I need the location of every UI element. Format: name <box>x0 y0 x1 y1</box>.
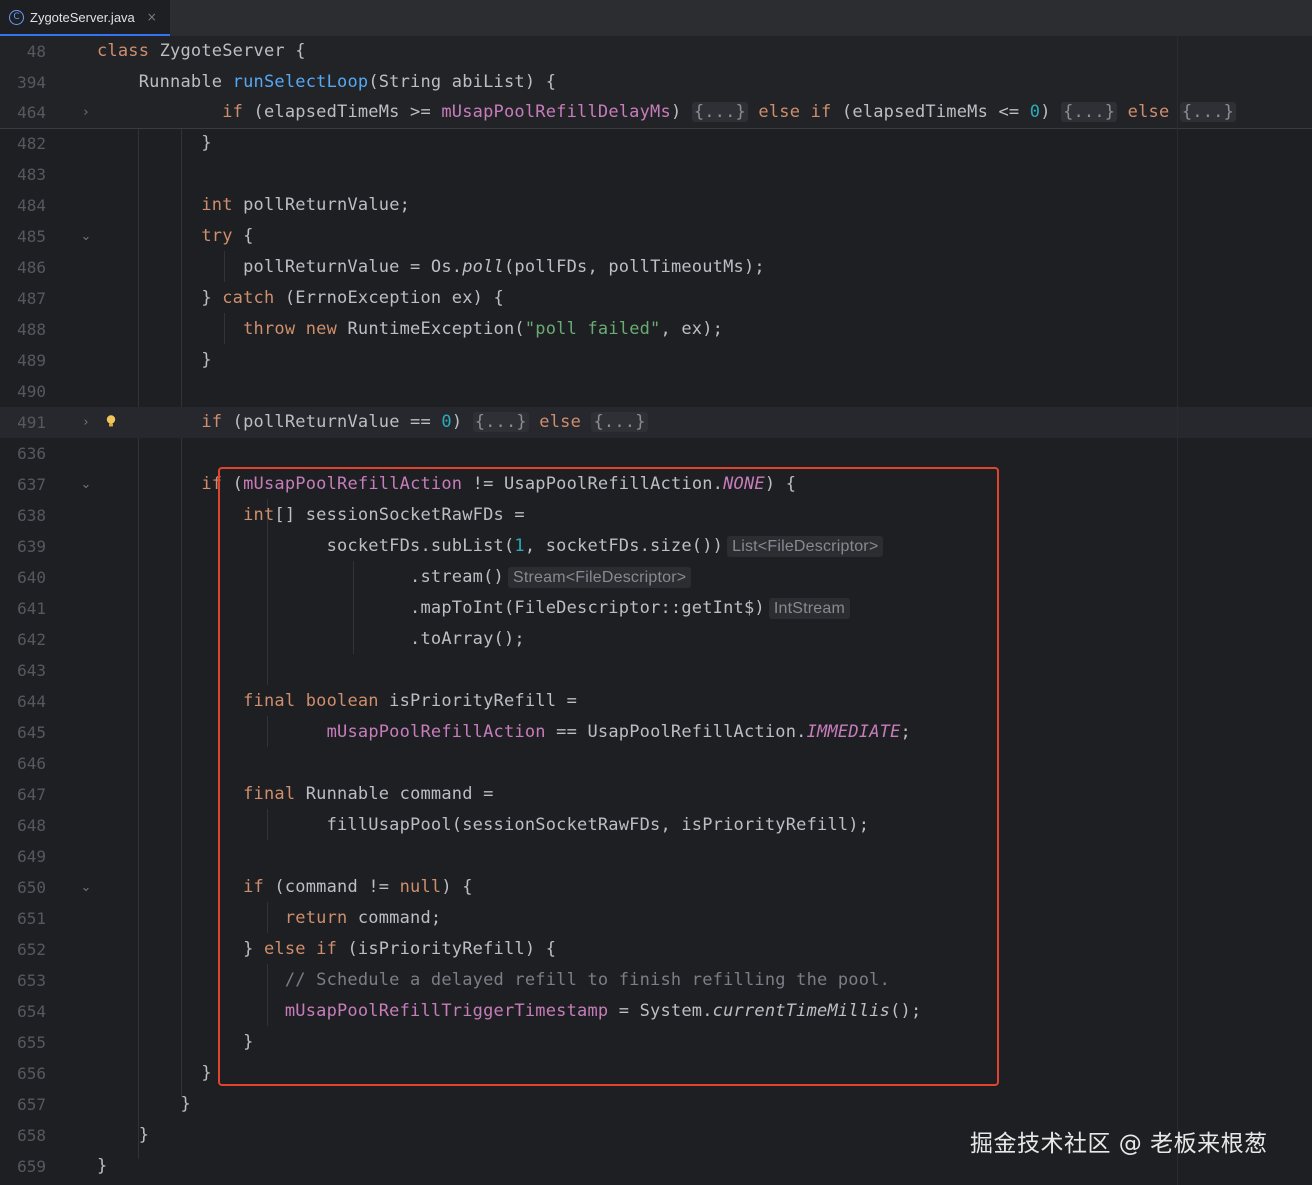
line-number: 658 <box>17 1126 46 1145</box>
line-number: 644 <box>17 692 46 711</box>
line-number: 653 <box>17 971 46 990</box>
code-line-486[interactable]: 486 pollReturnValue = Os.poll(pollFDs, p… <box>0 252 1312 283</box>
code-line-464[interactable]: 464 › if (elapsedTimeMs >= mUsapPoolRefi… <box>0 97 1312 129</box>
code-text: } catch (ErrnoException ex) { <box>97 288 504 308</box>
line-number: 48 <box>26 42 46 61</box>
code-line-485[interactable]: 485 ⌄ try { <box>0 221 1312 252</box>
line-number: 641 <box>17 599 46 618</box>
code-line-489[interactable]: 489 } <box>0 345 1312 376</box>
line-number: 394 <box>17 73 46 92</box>
highlight-box <box>218 467 999 1086</box>
line-number: 657 <box>17 1095 46 1114</box>
code-line-482[interactable]: 482 } <box>0 128 1312 159</box>
line-number: 637 <box>17 475 46 494</box>
tab-label: ZygoteServer.java <box>30 9 135 25</box>
fold-expanded-icon[interactable]: ⌄ <box>79 221 93 252</box>
line-number: 649 <box>17 847 46 866</box>
code-line-48[interactable]: 48 class ZygoteServer { <box>0 36 1312 67</box>
line-number: 655 <box>17 1033 46 1052</box>
folded-region[interactable]: {...} <box>472 412 529 432</box>
line-number: 645 <box>17 723 46 742</box>
line-number: 487 <box>17 289 46 308</box>
line-number: 488 <box>17 320 46 339</box>
line-number: 489 <box>17 351 46 370</box>
code-line-657[interactable]: 657 } <box>0 1089 1312 1120</box>
folded-region[interactable]: {...} <box>691 102 748 122</box>
code-text: if (elapsedTimeMs >= mUsapPoolRefillDela… <box>222 102 1237 122</box>
code-text: } <box>97 350 212 370</box>
code-line-491[interactable]: 491 › if (pollReturnValue == 0) {...} el… <box>0 407 1312 438</box>
code-text: throw new RuntimeException("poll failed"… <box>243 319 724 339</box>
code-line-487[interactable]: 487 } catch (ErrnoException ex) { <box>0 283 1312 314</box>
line-number: 650 <box>17 878 46 897</box>
folded-region[interactable]: {...} <box>1179 102 1237 122</box>
code-text: } <box>97 1063 212 1083</box>
line-number: 651 <box>17 909 46 928</box>
code-line-636[interactable]: 636 <box>0 438 1312 469</box>
code-text: } <box>97 1156 108 1176</box>
code-line-484[interactable]: 484 int pollReturnValue; <box>0 190 1312 221</box>
folded-region[interactable]: {...} <box>591 412 648 432</box>
tab-zygoteserver-java[interactable]: C ZygoteServer.java × <box>0 0 170 36</box>
editor-tab-bar: C ZygoteServer.java × <box>0 0 1312 37</box>
line-number: 646 <box>17 754 46 773</box>
code-text: class ZygoteServer { <box>97 41 306 61</box>
code-line-488[interactable]: 488 throw new RuntimeException("poll fai… <box>0 314 1312 345</box>
line-number: 648 <box>17 816 46 835</box>
line-number: 636 <box>17 444 46 463</box>
line-number: 652 <box>17 940 46 959</box>
line-number: 485 <box>17 227 46 246</box>
line-number: 486 <box>17 258 46 277</box>
code-text: try { <box>201 226 254 246</box>
close-icon[interactable]: × <box>147 10 157 24</box>
right-margin-guide <box>1177 36 1178 1185</box>
line-number: 654 <box>17 1002 46 1021</box>
line-number: 491 <box>17 413 46 432</box>
code-text: Runnable runSelectLoop(String abiList) { <box>97 72 557 92</box>
code-text: } <box>97 133 212 153</box>
code-text: int pollReturnValue; <box>201 195 411 215</box>
line-number: 482 <box>17 134 46 153</box>
fold-expanded-icon[interactable]: ⌄ <box>79 469 93 500</box>
line-number: 638 <box>17 506 46 525</box>
code-line-483[interactable]: 483 <box>0 159 1312 190</box>
line-number: 639 <box>17 537 46 556</box>
code-text: pollReturnValue = Os.poll(pollFDs, pollT… <box>97 257 765 277</box>
line-number: 640 <box>17 568 46 587</box>
fold-collapsed-icon[interactable]: › <box>79 407 93 438</box>
line-number: 483 <box>17 165 46 184</box>
line-number: 642 <box>17 630 46 649</box>
line-number: 656 <box>17 1064 46 1083</box>
line-number: 484 <box>17 196 46 215</box>
line-number: 659 <box>17 1157 46 1176</box>
fold-collapsed-icon[interactable]: › <box>79 97 93 128</box>
code-line-394[interactable]: 394 Runnable runSelectLoop(String abiLis… <box>0 67 1312 98</box>
java-class-icon: C <box>9 9 24 25</box>
line-number: 464 <box>17 103 46 122</box>
folded-region[interactable]: {...} <box>1061 102 1118 122</box>
code-line-490[interactable]: 490 <box>0 376 1312 407</box>
fold-expanded-icon[interactable]: ⌄ <box>79 872 93 903</box>
code-text: if (pollReturnValue == 0) {...} else {..… <box>201 412 648 432</box>
code-text: } <box>97 1094 191 1114</box>
line-number: 647 <box>17 785 46 804</box>
line-number: 643 <box>17 661 46 680</box>
line-number: 490 <box>17 382 46 401</box>
watermark: 掘金技术社区 @ 老板来根葱 <box>970 1131 1268 1157</box>
code-text: } <box>97 1125 150 1145</box>
